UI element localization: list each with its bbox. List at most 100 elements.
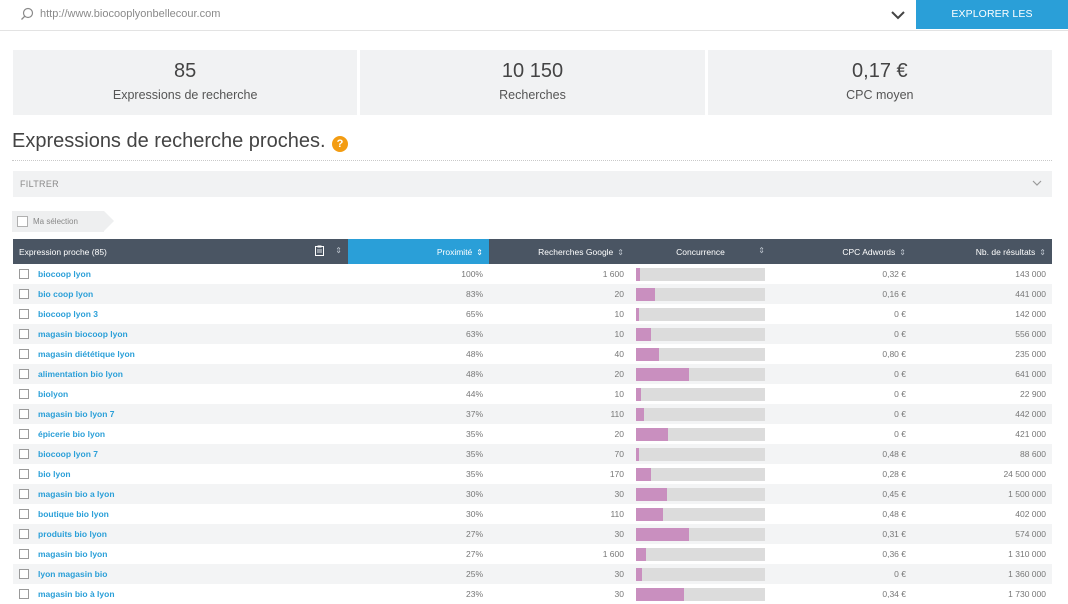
competition-bar-fill bbox=[636, 467, 652, 481]
searches-cell: 30 bbox=[489, 524, 630, 544]
competition-cell bbox=[630, 484, 771, 504]
row-checkbox[interactable] bbox=[19, 549, 29, 560]
sort-icon[interactable]: ⇕ bbox=[758, 246, 765, 255]
row-checkbox[interactable] bbox=[19, 529, 29, 540]
col-header-resultats[interactable]: Nb. de résultats ⇕ bbox=[912, 239, 1052, 264]
col-header-cpc[interactable]: CPC Adwords ⇕ bbox=[771, 239, 912, 264]
filter-bar[interactable]: FILTRER bbox=[13, 171, 1052, 197]
row-checkbox[interactable] bbox=[19, 429, 29, 440]
col-header-label: Proximité bbox=[436, 246, 473, 257]
help-icon[interactable]: ? bbox=[332, 136, 348, 152]
competition-cell bbox=[630, 304, 771, 324]
col-header-concurrence[interactable]: Concurrence ⇕ bbox=[630, 239, 771, 264]
explore-searches-button[interactable]: EXPLORER LES RECHERCHES bbox=[916, 0, 1068, 49]
competition-bar-fill bbox=[636, 267, 640, 281]
row-checkbox[interactable] bbox=[19, 489, 29, 500]
row-checkbox[interactable] bbox=[19, 509, 29, 520]
keyword-link[interactable]: biolyon bbox=[38, 389, 68, 399]
row-checkbox[interactable] bbox=[19, 389, 29, 400]
keyword-link[interactable]: lyon magasin bio bbox=[38, 569, 107, 579]
keyword-cell: biolyon bbox=[13, 384, 348, 404]
keyword-link[interactable]: biocoop lyon 7 bbox=[38, 449, 98, 459]
results-cell: 421 000 bbox=[912, 424, 1052, 444]
keyword-link[interactable]: biocoop lyon bbox=[38, 269, 91, 279]
row-checkbox[interactable] bbox=[19, 329, 29, 340]
keyword-link[interactable]: produits bio lyon bbox=[38, 529, 107, 539]
sort-icon[interactable]: ⇕ bbox=[899, 248, 906, 257]
col-header-label: CPC Adwords bbox=[842, 246, 896, 257]
proximity-cell: 100% bbox=[348, 264, 489, 284]
row-checkbox[interactable] bbox=[19, 369, 29, 380]
row-checkbox[interactable] bbox=[19, 269, 29, 280]
row-checkbox[interactable] bbox=[19, 589, 29, 600]
cpc-cell: 0 € bbox=[771, 564, 912, 584]
row-checkbox[interactable] bbox=[19, 309, 29, 320]
competition-cell bbox=[630, 364, 771, 384]
competition-bar-fill bbox=[636, 287, 656, 301]
stat-expressions: 85 Expressions de recherche bbox=[13, 50, 358, 115]
col-header-expression[interactable]: Expression proche (85) ⇕ bbox=[13, 239, 348, 264]
row-checkbox[interactable] bbox=[19, 449, 29, 460]
sort-icon[interactable]: ⇕ bbox=[476, 248, 483, 257]
competition-cell bbox=[630, 344, 771, 364]
competition-bar bbox=[636, 547, 765, 561]
keyword-link[interactable]: boutique bio lyon bbox=[38, 509, 109, 519]
cpc-cell: 0 € bbox=[771, 324, 912, 344]
clipboard-icon[interactable] bbox=[315, 245, 324, 256]
results-cell: 24 500 000 bbox=[912, 464, 1052, 484]
proximity-cell: 35% bbox=[348, 424, 489, 444]
competition-bar-fill bbox=[636, 347, 660, 361]
cpc-cell: 0,28 € bbox=[771, 464, 912, 484]
top-search-bar: http://www.biocooplyonbellecour.com EXPL… bbox=[0, 0, 1068, 49]
keyword-link[interactable]: magasin diététique lyon bbox=[38, 349, 135, 359]
keyword-link[interactable]: magasin bio lyon 7 bbox=[38, 409, 115, 419]
table-row: magasin bio lyon 27% 1 600 0,36 €1 310 000 bbox=[13, 544, 1052, 564]
row-checkbox[interactable] bbox=[19, 469, 29, 480]
proximity-cell: 48% bbox=[348, 344, 489, 364]
keyword-link[interactable]: magasin bio lyon bbox=[38, 549, 107, 559]
keyword-cell: produits bio lyon bbox=[13, 524, 348, 544]
results-cell: 142 000 bbox=[912, 304, 1052, 324]
competition-bar-fill bbox=[636, 407, 644, 421]
competition-bar bbox=[636, 367, 765, 381]
sort-icon[interactable]: ⇕ bbox=[335, 246, 342, 255]
keyword-link[interactable]: magasin bio a lyon bbox=[38, 489, 115, 499]
row-checkbox[interactable] bbox=[19, 349, 29, 360]
table-row: biolyon 44% 10 0 €22 900 bbox=[13, 384, 1052, 404]
cpc-cell: 0,45 € bbox=[771, 484, 912, 504]
keyword-cell: magasin diététique lyon bbox=[13, 344, 348, 364]
my-selection-toggle[interactable]: Ma sélection bbox=[12, 211, 114, 232]
keyword-link[interactable]: magasin biocoop lyon bbox=[38, 329, 128, 339]
keyword-cell: boutique bio lyon bbox=[13, 504, 348, 524]
sort-icon[interactable]: ⇕ bbox=[1039, 248, 1046, 257]
competition-bar-fill bbox=[636, 567, 643, 581]
keyword-link[interactable]: biocoop lyon 3 bbox=[38, 309, 98, 319]
cpc-cell: 0,48 € bbox=[771, 444, 912, 464]
chevron-down-icon[interactable] bbox=[1032, 178, 1042, 188]
col-header-recherches[interactable]: Recherches Google ⇕ bbox=[489, 239, 630, 264]
keyword-link[interactable]: magasin bio à lyon bbox=[38, 589, 115, 599]
chevron-down-icon[interactable] bbox=[889, 7, 907, 23]
search-icon[interactable] bbox=[20, 7, 34, 21]
cpc-cell: 0,31 € bbox=[771, 524, 912, 544]
cpc-cell: 0,34 € bbox=[771, 584, 912, 604]
results-cell: 143 000 bbox=[912, 264, 1052, 284]
sort-icon[interactable]: ⇕ bbox=[617, 248, 624, 257]
competition-bar bbox=[636, 447, 765, 461]
keyword-cell: bio coop lyon bbox=[13, 284, 348, 304]
row-checkbox[interactable] bbox=[19, 289, 29, 300]
cpc-cell: 0 € bbox=[771, 364, 912, 384]
url-input[interactable]: http://www.biocooplyonbellecour.com bbox=[40, 8, 220, 20]
row-checkbox[interactable] bbox=[19, 569, 29, 580]
keyword-link[interactable]: bio coop lyon bbox=[38, 289, 93, 299]
keyword-link[interactable]: alimentation bio lyon bbox=[38, 369, 123, 379]
keyword-link[interactable]: bio lyon bbox=[38, 469, 71, 479]
row-checkbox[interactable] bbox=[19, 409, 29, 420]
searches-cell: 10 bbox=[489, 384, 630, 404]
results-cell: 1 360 000 bbox=[912, 564, 1052, 584]
results-cell: 441 000 bbox=[912, 284, 1052, 304]
table-row: alimentation bio lyon 48% 20 0 €641 000 bbox=[13, 364, 1052, 384]
col-header-proximite[interactable]: Proximité ⇕ bbox=[348, 239, 489, 264]
keyword-link[interactable]: épicerie bio lyon bbox=[38, 429, 105, 439]
selection-checkbox[interactable] bbox=[17, 216, 28, 227]
